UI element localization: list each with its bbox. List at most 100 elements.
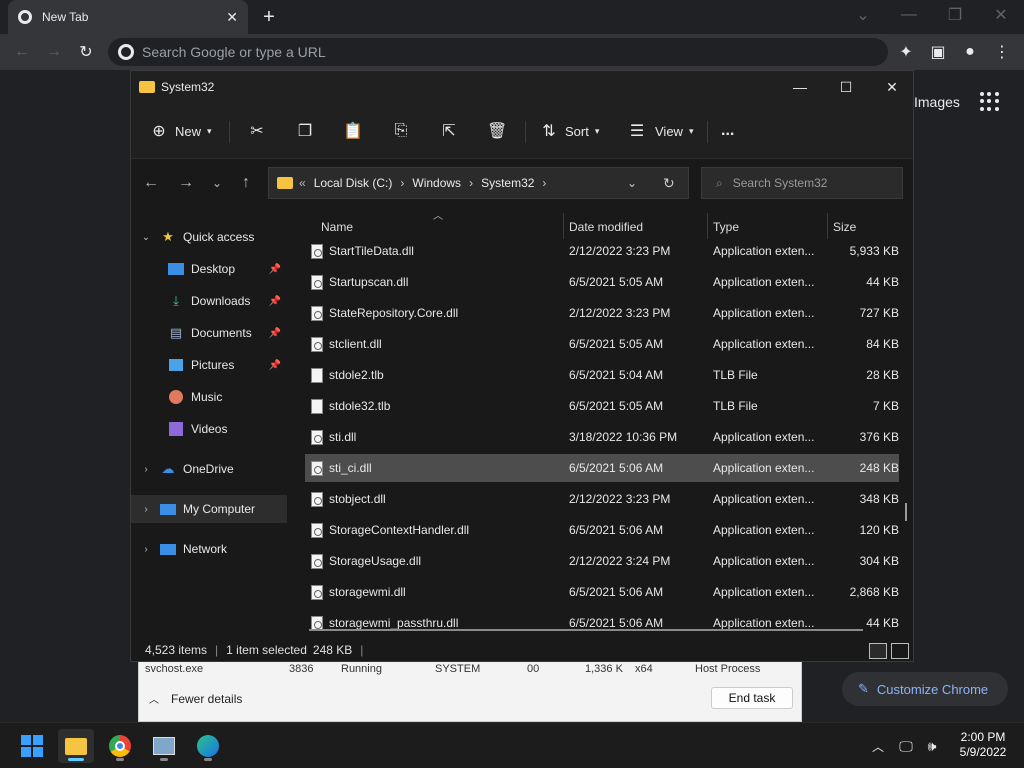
address-bar[interactable]: « Local Disk (C:) › Windows › System32 ›…	[268, 167, 689, 199]
column-header-name[interactable]: Name	[321, 215, 353, 239]
file-row[interactable]: storagewmi_passthru.dll 6/5/2021 5:06 AM A…	[305, 609, 899, 637]
sort-button[interactable]: ⇅ Sort ▾	[539, 117, 599, 145]
file-row[interactable]: sti_ci.dll 6/5/2021 5:06 AM Application ex…	[305, 454, 899, 482]
up-arrow-icon[interactable]: ↑	[234, 171, 258, 195]
refresh-icon[interactable]: ↻	[663, 175, 675, 192]
file-size: 2,868 KB	[849, 585, 899, 599]
file-row[interactable]: stdole32.tlb 6/5/2021 5:05 AM TLB File 7 KB	[305, 392, 899, 420]
taskbar-task-manager[interactable]	[146, 729, 182, 763]
fewer-details-toggle[interactable]: ︿ Fewer details	[149, 691, 243, 707]
tab-search-chevron-icon[interactable]: ⌄	[851, 3, 875, 27]
network-status-icon[interactable]: 🖵	[894, 734, 918, 758]
file-name: Startupscan.dll	[329, 275, 409, 289]
view-button[interactable]: ☰ View ▾	[627, 117, 694, 145]
chrome-tab-new-tab[interactable]: New Tab ✕	[8, 0, 248, 34]
nav-videos[interactable]: Videos	[131, 415, 287, 443]
breadcrumb-overflow[interactable]: «	[299, 176, 306, 190]
cut-button[interactable]: ✂	[247, 117, 267, 145]
file-date: 2/12/2022 3:23 PM	[569, 492, 671, 506]
customize-chrome-button[interactable]: ✎ Customize Chrome	[842, 672, 1008, 706]
rename-button[interactable]: ⎘	[391, 117, 411, 145]
large-icons-view-icon[interactable]	[891, 643, 909, 659]
show-hidden-icons-chevron-icon[interactable]: ︿	[866, 734, 890, 758]
close-tab-icon[interactable]: ✕	[226, 9, 238, 26]
nav-pictures[interactable]: Pictures 📌	[131, 351, 287, 379]
windows-logo-icon	[21, 735, 43, 757]
back-arrow-icon[interactable]: ←	[139, 171, 163, 195]
start-button[interactable]	[14, 729, 50, 763]
file-row[interactable]: stdole2.tlb 6/5/2021 5:04 AM TLB File 28 KB	[305, 361, 899, 389]
breadcrumb-local-disk[interactable]: Local Disk (C:)	[314, 176, 393, 190]
details-view-icon[interactable]	[869, 643, 887, 659]
close-chrome-icon[interactable]: ✕	[989, 3, 1013, 27]
nav-label: Desktop	[191, 262, 236, 276]
minimize-chrome-icon[interactable]: —	[897, 3, 921, 27]
minimize-icon[interactable]: —	[777, 71, 823, 103]
nav-onedrive[interactable]: › ☁ OneDrive	[131, 455, 287, 483]
column-header-size[interactable]: Size	[833, 215, 856, 239]
nav-quick-access[interactable]: ⌄ ★ Quick access	[131, 223, 287, 251]
file-row[interactable]: sti.dll 3/18/2022 10:36 PM Application ext…	[305, 423, 899, 451]
process-row[interactable]: svchost.exe 3836 Running SYSTEM 00 1,336…	[139, 661, 801, 675]
nav-downloads[interactable]: ⤓ Downloads 📌	[131, 287, 287, 315]
file-icon	[311, 275, 323, 290]
restore-chrome-icon[interactable]: ❐	[943, 3, 967, 27]
side-panel-icon[interactable]: ▣	[926, 40, 950, 64]
breadcrumb-system32[interactable]: System32	[481, 176, 534, 190]
nav-documents[interactable]: ▤ Documents 📌	[131, 319, 287, 347]
fewer-details-label: Fewer details	[171, 691, 243, 706]
extensions-icon[interactable]: ✦	[894, 40, 918, 64]
file-row[interactable]: stclient.dll 6/5/2021 5:05 AM Application …	[305, 330, 899, 358]
pictures-icon	[167, 357, 185, 373]
share-button[interactable]: ⇱	[439, 117, 459, 145]
forward-arrow-icon[interactable]: →	[42, 40, 66, 64]
chevron-right-icon[interactable]: ›	[139, 504, 153, 515]
taskbar-file-explorer[interactable]	[58, 729, 94, 763]
column-header-date[interactable]: Date modified	[569, 215, 643, 239]
file-type: Application exten...	[713, 275, 815, 289]
file-row[interactable]: storagewmi.dll 6/5/2021 5:06 AM Applicatio…	[305, 578, 899, 606]
address-history-chevron-icon[interactable]: ⌄	[627, 176, 637, 190]
file-row[interactable]: StorageUsage.dll 2/12/2022 3:24 PM Applica…	[305, 547, 899, 575]
taskbar-chrome[interactable]	[102, 729, 138, 763]
customize-chrome-label: Customize Chrome	[876, 681, 989, 697]
search-box[interactable]: ⌕ Search System32	[701, 167, 903, 199]
reload-icon[interactable]: ↻	[74, 40, 98, 64]
maximize-icon[interactable]: ☐	[823, 71, 869, 103]
volume-icon[interactable]: 🕪	[920, 734, 944, 758]
images-link[interactable]: Images	[914, 94, 960, 110]
forward-arrow-icon[interactable]: →	[174, 171, 198, 195]
breadcrumb-windows[interactable]: Windows	[412, 176, 461, 190]
column-header-type[interactable]: Type	[713, 215, 739, 239]
taskbar-edge[interactable]	[190, 729, 226, 763]
profile-avatar-icon[interactable]: ●	[958, 40, 982, 64]
new-button[interactable]: ⊕ New ▾	[149, 117, 211, 145]
paste-button[interactable]: 📋	[343, 117, 363, 145]
recent-locations-chevron-icon[interactable]: ⌄	[205, 171, 229, 195]
chrome-menu-icon[interactable]: ⋮	[990, 40, 1014, 64]
nav-network[interactable]: › Network	[131, 535, 287, 563]
nav-music[interactable]: Music	[131, 383, 287, 411]
see-more-button[interactable]: ...	[721, 117, 734, 145]
copy-button[interactable]: ❐	[295, 117, 315, 145]
end-task-button[interactable]: End task	[711, 687, 793, 709]
file-row[interactable]: StartTileData.dll 2/12/2022 3:23 PM Applic…	[305, 237, 899, 265]
close-window-icon[interactable]: ✕	[869, 71, 915, 103]
vertical-scrollbar[interactable]	[905, 503, 907, 521]
file-row[interactable]: Startupscan.dll 6/5/2021 5:05 AM Applicati…	[305, 268, 899, 296]
file-row[interactable]: StorageContextHandler.dll 6/5/2021 5:06 A…	[305, 516, 899, 544]
chevron-right-icon[interactable]: ›	[139, 464, 153, 475]
file-row[interactable]: stobject.dll 2/12/2022 3:23 PM Application…	[305, 485, 899, 513]
system-clock[interactable]: 2:00 PM 5/9/2022	[950, 730, 1016, 760]
back-arrow-icon[interactable]: ←	[10, 40, 34, 64]
nav-my-computer[interactable]: › My Computer	[131, 495, 287, 523]
chevron-right-icon[interactable]: ›	[139, 544, 153, 555]
delete-button[interactable]: 🗑	[487, 117, 507, 145]
new-tab-plus-icon[interactable]: +	[257, 5, 281, 29]
file-row[interactable]: StateRepository.Core.dll 2/12/2022 3:23 P…	[305, 299, 899, 327]
chevron-down-icon[interactable]: ⌄	[139, 232, 153, 243]
google-apps-icon[interactable]	[980, 92, 1000, 112]
omnibox[interactable]: Search Google or type a URL	[108, 38, 888, 66]
nav-desktop[interactable]: Desktop 📌	[131, 255, 287, 283]
horizontal-scrollbar[interactable]	[309, 629, 863, 631]
